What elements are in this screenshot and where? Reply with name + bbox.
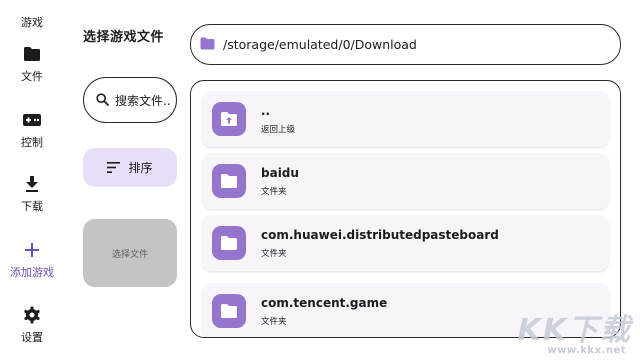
gear-icon <box>22 305 42 325</box>
nav-item-files[interactable]: 文件 <box>0 44 64 84</box>
file-type: 文件夹 <box>261 316 287 327</box>
nav-item-settings[interactable]: 设置 <box>0 305 64 345</box>
nav-item-games[interactable]: 游戏 <box>0 10 64 30</box>
sort-label: 排序 <box>128 161 153 175</box>
file-name: .. <box>261 103 271 118</box>
file-type: 文件夹 <box>261 248 287 259</box>
folder-icon <box>212 164 246 198</box>
plus-icon <box>22 240 42 260</box>
nav-item-control[interactable]: 控制 <box>0 110 64 150</box>
path-bar[interactable]: /storage/emulated/0/Download <box>190 24 621 65</box>
nav-item-label: 下载 <box>21 200 43 213</box>
watermark: KK下载 www.kkx.net <box>498 305 640 360</box>
nav-item-label: 添加游戏 <box>10 266 54 279</box>
list-item[interactable]: com.huawei.distributedpasteboard 文件夹 <box>202 215 609 271</box>
nav-rail: 游戏 文件 控制 下载 添加游戏 设置 <box>0 0 64 360</box>
file-type: 文件夹 <box>261 186 287 197</box>
nav-item-label: 游戏 <box>21 16 43 29</box>
download-icon <box>22 174 42 194</box>
folder-icon <box>22 44 42 64</box>
file-list[interactable]: .. 返回上级 baidu 文件夹 com.huawei.distributed… <box>190 80 621 338</box>
controller-icon <box>22 110 42 130</box>
search-icon <box>96 91 109 110</box>
sort-icon <box>107 158 121 177</box>
nav-item-label: 设置 <box>21 331 43 344</box>
watermark-url: www.kkx.net <box>547 345 626 356</box>
nav-item-label: 文件 <box>21 70 43 83</box>
search-label: 搜索文件.. <box>115 93 171 108</box>
file-name: com.huawei.distributedpasteboard <box>261 227 499 242</box>
sort-button[interactable]: 排序 <box>83 148 177 187</box>
list-item[interactable]: baidu 文件夹 <box>202 153 609 209</box>
file-name: baidu <box>261 165 299 180</box>
file-type: 返回上级 <box>261 124 296 135</box>
folder-up-icon <box>212 102 246 136</box>
select-file-label: 选择文件 <box>111 249 148 260</box>
file-name: com.tencent.game <box>261 295 388 310</box>
search-input[interactable]: 搜索文件.. <box>83 77 177 123</box>
nav-item-label: 控制 <box>21 136 43 149</box>
nav-item-download[interactable]: 下载 <box>0 174 64 214</box>
watermark-text: KK下载 <box>517 313 632 348</box>
path-text: /storage/emulated/0/Download <box>223 37 417 52</box>
list-item-parent[interactable]: .. 返回上级 <box>202 91 609 147</box>
nav-item-add-game[interactable]: 添加游戏 <box>0 240 64 280</box>
folder-icon <box>212 226 246 260</box>
folder-icon <box>212 294 246 328</box>
page-title: 选择游戏文件 <box>83 30 165 45</box>
select-file-button[interactable]: 选择文件 <box>83 219 177 287</box>
folder-icon <box>200 35 215 54</box>
